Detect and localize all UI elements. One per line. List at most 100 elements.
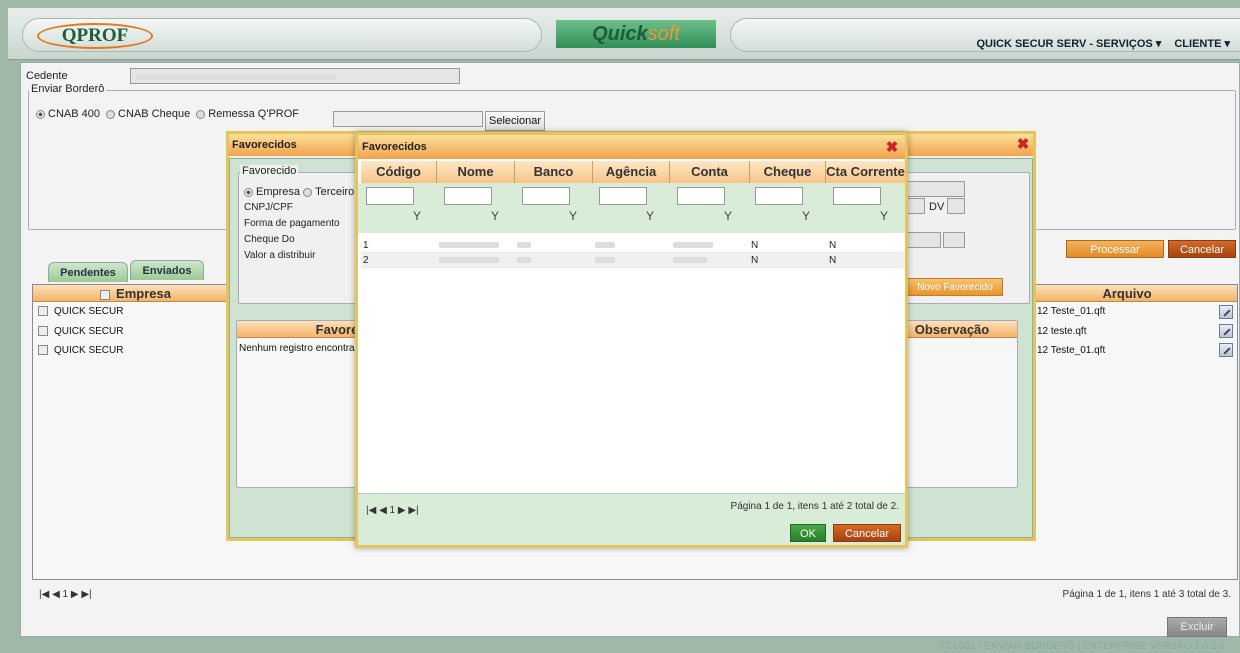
- cell-cta-corrente: N: [829, 255, 837, 266]
- col-conta-banco[interactable]: Conta Banco: [670, 161, 750, 201]
- filter-funnel-icon[interactable]: Y: [724, 209, 732, 223]
- filter-funnel-icon[interactable]: Y: [880, 209, 888, 223]
- row-arquivo-name: teste.qft: [1050, 326, 1087, 337]
- ok-button[interactable]: OK: [790, 524, 826, 542]
- dv-label: DV: [929, 201, 945, 213]
- table-row[interactable]: 2 N N: [361, 253, 905, 268]
- filter-nome-input[interactable]: [444, 187, 492, 205]
- row-arquivo-name: Teste_01.qft: [1050, 306, 1106, 317]
- filter-funnel-icon[interactable]: Y: [802, 209, 810, 223]
- col-nome[interactable]: Nome: [437, 161, 515, 183]
- favorecido-legend: Favorecido: [240, 165, 299, 177]
- radio-remessa[interactable]: [196, 109, 206, 119]
- front-pager-text: Página 1 de 1, itens 1 até 2 total de 2.: [730, 501, 899, 512]
- cell-conta-redacted: [673, 238, 747, 253]
- cell-agencia-redacted: [595, 238, 669, 253]
- row-empresa: QUICK SECUR: [54, 306, 124, 317]
- back-field-3[interactable]: [907, 232, 941, 248]
- valor-distribuir-label: Valor a distribuir: [244, 250, 316, 261]
- nenhum-registro-text: Nenhum registro encontrad: [239, 343, 361, 354]
- processar-button[interactable]: Processar: [1066, 240, 1164, 258]
- col-banco[interactable]: Banco: [515, 161, 593, 183]
- logo-pill: QPROF: [22, 18, 542, 52]
- radio-cnab400-label: CNAB 400: [48, 108, 100, 120]
- filter-banco-input[interactable]: [522, 187, 570, 205]
- radio-empresa[interactable]: [244, 187, 253, 197]
- cell-codigo: 2: [363, 255, 369, 266]
- cedente-value-redacted: [136, 74, 336, 80]
- row-arquivo-name: Teste_01.qft: [1050, 345, 1106, 356]
- radio-cnab-cheque[interactable]: [106, 109, 116, 119]
- excluir-button[interactable]: Excluir: [1167, 617, 1227, 637]
- favorecidos-dialog-front: Favorecidos ✖ Código Nome Banco Agência …: [355, 132, 908, 548]
- filter-cheque-input[interactable]: [755, 187, 803, 205]
- cell-cta-corrente: N: [829, 240, 837, 251]
- filter-funnel-icon[interactable]: Y: [413, 209, 421, 223]
- select-all-checkbox[interactable]: [100, 289, 111, 300]
- favorecido-type-radios: Empresa Terceiro: [244, 186, 354, 198]
- dv-field[interactable]: [947, 198, 965, 214]
- col-agencia[interactable]: Agência: [593, 161, 670, 183]
- row-arquivo: 12 Teste_01.qft: [1037, 342, 1105, 360]
- footer-version: FCL001 - ENVIAR BORDERÔ | ENTERPRISE VER…: [940, 641, 1225, 652]
- tab-enviados[interactable]: Enviados: [130, 260, 204, 280]
- novo-favorecido-button[interactable]: Novo Favorecido: [907, 278, 1003, 296]
- top-bar: QPROF Quicksoft QUICK SECUR SERV - SERVI…: [8, 8, 1240, 60]
- main-pager-controls[interactable]: |◀ ◀ 1 ▶ ▶|: [39, 589, 92, 600]
- edit-icon[interactable]: [1219, 343, 1233, 357]
- radio-terceiro[interactable]: [303, 187, 313, 197]
- client-menu[interactable]: CLIENTE ▾: [1174, 38, 1230, 50]
- row-arquivo: 12 teste.qft: [1037, 323, 1086, 341]
- header-arquivo: Arquivo: [1102, 286, 1152, 301]
- filter-conta-input[interactable]: [677, 187, 725, 205]
- back-field-1[interactable]: [907, 181, 965, 197]
- row-empresa: QUICK SECUR: [54, 345, 124, 356]
- cedente-field[interactable]: [130, 68, 460, 84]
- tab-pendentes[interactable]: Pendentes: [48, 262, 128, 282]
- back-field-4[interactable]: [943, 232, 965, 248]
- cnpj-label: CNPJ/CPF: [244, 202, 293, 213]
- radio-cnab-cheque-label: CNAB Cheque: [118, 108, 191, 120]
- forma-pagamento-label: Forma de pagamento: [244, 218, 340, 229]
- cell-codigo: 1: [363, 240, 369, 251]
- table-row[interactable]: QUICK SECUR: [33, 323, 233, 341]
- row-arquivo-num: 12: [1037, 306, 1049, 317]
- cell-conta-redacted: [673, 253, 747, 268]
- cell-cheque: N: [751, 255, 759, 266]
- selecionar-button[interactable]: Selecionar: [485, 111, 545, 131]
- back-field-2[interactable]: [907, 198, 925, 214]
- edit-icon[interactable]: [1219, 324, 1233, 338]
- col-cta-corrente[interactable]: Cta Corrente: [826, 161, 905, 183]
- header-empresa-label: Empresa: [116, 286, 171, 301]
- front-cancelar-button[interactable]: Cancelar: [833, 524, 901, 542]
- filter-cta-input[interactable]: [833, 187, 881, 205]
- col-cheque[interactable]: Cheque: [750, 161, 826, 183]
- col-codigo[interactable]: Código: [361, 161, 437, 183]
- radio-cnab400[interactable]: [36, 109, 45, 119]
- observacao-header: Observação: [914, 322, 990, 337]
- filter-funnel-icon[interactable]: Y: [569, 209, 577, 223]
- qprof-logo: QPROF: [37, 23, 153, 49]
- front-pager-controls[interactable]: |◀ ◀ 1 ▶ ▶|: [366, 505, 419, 516]
- file-path-field[interactable]: [333, 111, 483, 127]
- edit-icon[interactable]: [1219, 305, 1233, 319]
- main-pager-text: Página 1 de 1, itens 1 até 3 total de 3.: [1062, 589, 1231, 600]
- dialog-back-close-icon[interactable]: ✖: [1015, 137, 1031, 153]
- radio-remessa-label: Remessa Q'PROF: [208, 108, 299, 120]
- filter-funnel-icon[interactable]: Y: [491, 209, 499, 223]
- table-row[interactable]: 1 N N: [361, 238, 905, 253]
- row-checkbox[interactable]: [38, 345, 48, 356]
- dialog-front-title: Favorecidos: [358, 135, 905, 159]
- cancelar-button[interactable]: Cancelar: [1168, 240, 1236, 258]
- filter-agencia-input[interactable]: [599, 187, 647, 205]
- filter-funnel-icon[interactable]: Y: [646, 209, 654, 223]
- table-row[interactable]: QUICK SECUR: [33, 342, 233, 360]
- company-menu[interactable]: QUICK SECUR SERV - SERVIÇOS ▾: [976, 38, 1161, 50]
- row-arquivo-num: 12: [1037, 326, 1049, 337]
- dialog-front-close-icon[interactable]: ✖: [884, 140, 900, 156]
- cell-cheque: N: [751, 240, 759, 251]
- row-checkbox[interactable]: [38, 326, 48, 337]
- filter-codigo-input[interactable]: [366, 187, 414, 205]
- table-row[interactable]: QUICK SECUR: [33, 303, 233, 321]
- row-checkbox[interactable]: [38, 306, 48, 317]
